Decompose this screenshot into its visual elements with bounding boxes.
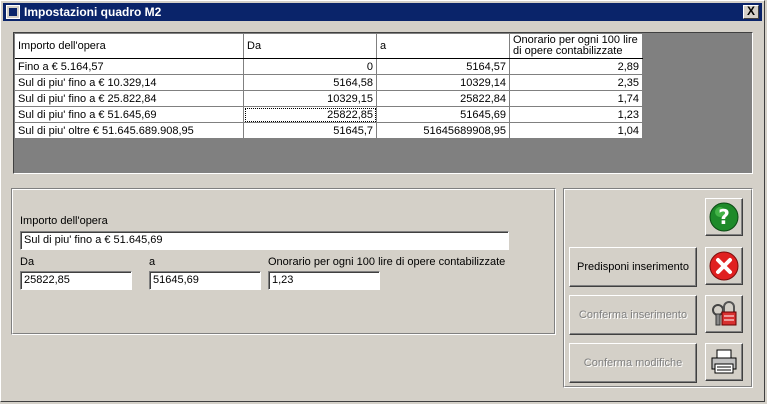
a-field[interactable]: 51645,69 [149, 271, 261, 290]
table-row[interactable]: Sul di piu' fino a € 10.329,14 5164,58 1… [15, 74, 643, 91]
grid-cell[interactable]: 2,35 [509, 74, 643, 91]
onorario-label: Onorario per ogni 100 lire di opere cont… [268, 256, 506, 268]
help-icon: ? [709, 202, 739, 232]
lock-icon [712, 301, 737, 326]
grid-cell[interactable]: 1,74 [509, 90, 643, 107]
a-label: a [149, 256, 156, 268]
grid-header-importo[interactable]: Importo dell'opera [15, 34, 244, 59]
grid-cell[interactable]: 1,23 [509, 106, 643, 123]
onorario-field[interactable]: 1,23 [268, 271, 380, 290]
predisponi-label: Predisponi inserimento [577, 261, 689, 273]
print-button[interactable] [705, 343, 743, 381]
grid-cell[interactable]: 2,89 [509, 58, 643, 75]
printer-icon [711, 349, 737, 374]
grid-cell[interactable]: 5164,58 [243, 74, 377, 91]
grid-cell[interactable]: Sul di piu' oltre € 51.645.689.908,95 [15, 122, 244, 139]
help-button[interactable]: ? [705, 198, 743, 236]
grid-cell[interactable]: 51645689908,95 [376, 122, 510, 139]
grid-cell-selected[interactable]: 25822,85 [243, 106, 377, 123]
grid-header-a[interactable]: a [376, 34, 510, 59]
table-row[interactable]: Sul di piu' oltre € 51.645.689.908,95 51… [15, 122, 643, 139]
app-icon [6, 5, 20, 19]
actions-panel: ? Predisponi inserimento Conferma inseri… [563, 188, 753, 388]
close-button[interactable]: X [743, 5, 759, 19]
importo-field[interactable]: Sul di piu' fino a € 51.645,69 [20, 231, 509, 250]
grid-cell[interactable]: Sul di piu' fino a € 51.645,69 [15, 106, 244, 123]
grid-cell[interactable]: 25822,84 [376, 90, 510, 107]
grid-table: Importo dell'opera Da a Onorario per ogn… [15, 34, 643, 139]
grid-header-da[interactable]: Da [243, 34, 377, 59]
predisponi-inserimento-button[interactable]: Predisponi inserimento [569, 247, 697, 287]
grid-cell[interactable]: Sul di piu' fino a € 10.329,14 [15, 74, 244, 91]
window: Impostazioni quadro M2 X Importo dell'op… [0, 0, 765, 402]
edit-panel: Importo dell'opera Sul di piu' fino a € … [11, 188, 556, 335]
da-label: Da [20, 256, 35, 268]
grid-cell[interactable]: 51645,69 [376, 106, 510, 123]
conferma-modifiche-label: Conferma modifiche [583, 357, 683, 369]
grid-header-row: Importo dell'opera Da a Onorario per ogn… [15, 34, 643, 59]
table-row[interactable]: Fino a € 5.164,57 0 5164,57 2,89 [15, 58, 643, 75]
grid-cell[interactable]: Fino a € 5.164,57 [15, 58, 244, 75]
title-bar: Impostazioni quadro M2 X [3, 3, 762, 21]
cancel-icon [709, 251, 739, 281]
svg-text:?: ? [718, 205, 730, 229]
grid-header-onorario[interactable]: Onorario per ogni 100 lire di opere cont… [509, 34, 643, 59]
table-row[interactable]: Sul di piu' fino a € 25.822,84 10329,15 … [15, 90, 643, 107]
table-row[interactable]: Sul di piu' fino a € 51.645,69 25822,85 … [15, 106, 643, 123]
conferma-modifiche-button[interactable]: Conferma modifiche [569, 343, 697, 383]
grid-cell[interactable]: 51645,7 [243, 122, 377, 139]
grid-cell[interactable]: 10329,14 [376, 74, 510, 91]
conferma-inserimento-label: Conferma inserimento [578, 309, 688, 321]
conferma-inserimento-button[interactable]: Conferma inserimento [569, 295, 697, 335]
grid-cell[interactable]: 1,04 [509, 122, 643, 139]
data-grid: Importo dell'opera Da a Onorario per ogn… [13, 32, 753, 174]
window-title: Impostazioni quadro M2 [24, 5, 162, 19]
grid-cell[interactable]: 0 [243, 58, 377, 75]
lock-button[interactable] [705, 295, 743, 333]
grid-cell[interactable]: 5164,57 [376, 58, 510, 75]
grid-cell[interactable]: Sul di piu' fino a € 25.822,84 [15, 90, 244, 107]
da-field[interactable]: 25822,85 [20, 271, 132, 290]
importo-label: Importo dell'opera [20, 215, 108, 227]
grid-cell[interactable]: 10329,15 [243, 90, 377, 107]
cancel-button[interactable] [705, 247, 743, 285]
